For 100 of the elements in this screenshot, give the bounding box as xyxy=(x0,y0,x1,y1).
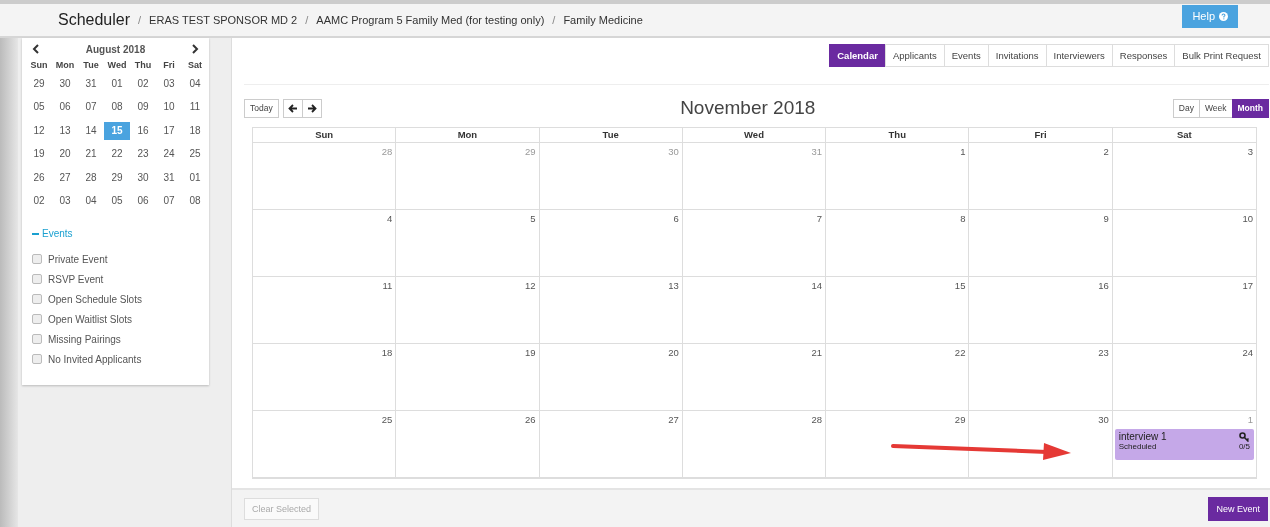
view-button[interactable]: Day xyxy=(1172,98,1200,118)
date-cell[interactable]: 02 xyxy=(130,75,156,93)
date-cell[interactable]: 04 xyxy=(182,75,208,93)
date-cell[interactable]: 17 xyxy=(156,121,182,140)
date-cell[interactable]: 19 xyxy=(26,145,52,164)
previous-button[interactable] xyxy=(282,98,303,118)
day-number: 13 xyxy=(668,280,679,291)
date-cell[interactable]: 05 xyxy=(26,98,52,117)
day-number: 27 xyxy=(668,414,679,425)
weekday-label: Fri xyxy=(162,59,176,72)
day-number: 14 xyxy=(811,280,823,291)
date-cell[interactable]: 23 xyxy=(130,145,156,164)
day-number: 29 xyxy=(525,146,536,157)
event-title: interview 1 xyxy=(1118,431,1167,442)
day-number: 11 xyxy=(382,280,393,291)
day-number: 1 xyxy=(1247,414,1253,425)
nav-tab[interactable]: Calendar xyxy=(829,44,886,67)
date-cell[interactable]: 30 xyxy=(130,168,156,187)
view-button[interactable]: Month xyxy=(1231,98,1269,118)
date-cell[interactable]: 29 xyxy=(26,75,52,93)
checkbox[interactable] xyxy=(32,254,42,265)
date-cell[interactable]: 01 xyxy=(182,168,208,187)
date-cell[interactable]: 27 xyxy=(52,168,78,187)
nav-tab[interactable]: Applicants xyxy=(884,44,945,67)
nav-tab[interactable]: Invitations xyxy=(987,44,1047,67)
view-button[interactable]: Week xyxy=(1198,98,1233,118)
date-cell[interactable]: 13 xyxy=(52,121,78,140)
date-cell[interactable]: 07 xyxy=(156,191,182,210)
app-title: Scheduler xyxy=(58,11,131,29)
previous-month-icon[interactable] xyxy=(32,44,40,54)
date-cell[interactable]: 25 xyxy=(182,145,208,164)
date-cell[interactable]: 14 xyxy=(78,121,104,140)
date-cell[interactable]: 12 xyxy=(26,121,52,140)
date-cell[interactable]: 08 xyxy=(182,191,208,210)
next-button[interactable] xyxy=(301,98,322,118)
day-number: 19 xyxy=(525,347,536,358)
next-month-icon[interactable] xyxy=(191,44,199,54)
event-card[interactable]: interview 1 Scheduled 0/5 xyxy=(1114,429,1254,460)
new-event-button[interactable]: New Event xyxy=(1208,496,1268,521)
date-cell[interactable]: 31 xyxy=(78,75,104,93)
day-number: 26 xyxy=(525,414,536,425)
day-number: 6 xyxy=(673,213,679,224)
date-cell[interactable]: 06 xyxy=(52,98,78,117)
date-cell[interactable]: 06 xyxy=(130,191,156,210)
day-number: 17 xyxy=(1242,280,1253,291)
date-cell[interactable]: 07 xyxy=(78,98,104,117)
weekday-label: Sun xyxy=(29,59,49,72)
day-number: 31 xyxy=(811,146,823,157)
breadcrumb-link[interactable]: ERAS TEST SPONSOR MD 2 xyxy=(149,14,298,26)
checkbox[interactable] xyxy=(32,294,42,305)
minus-icon xyxy=(32,232,39,235)
date-cell[interactable]: 22 xyxy=(104,145,130,164)
date-cell[interactable]: 29 xyxy=(104,168,130,187)
date-cell[interactable]: 04 xyxy=(78,191,104,210)
day-number: 20 xyxy=(668,347,679,358)
date-cell[interactable]: 16 xyxy=(130,121,156,140)
date-cell[interactable]: 09 xyxy=(130,98,156,117)
checkbox[interactable] xyxy=(32,354,42,365)
date-cell[interactable]: 01 xyxy=(104,75,130,93)
day-number: 30 xyxy=(668,146,679,157)
date-cell[interactable]: 18 xyxy=(182,121,208,140)
date-cell[interactable]: 21 xyxy=(78,145,104,164)
date-cell[interactable]: 03 xyxy=(156,75,182,93)
day-number: 25 xyxy=(381,414,393,425)
date-cell[interactable]: 31 xyxy=(156,168,182,187)
day-number: 9 xyxy=(1103,213,1109,224)
date-cell[interactable]: 28 xyxy=(78,168,104,187)
date-cell[interactable]: 24 xyxy=(156,145,182,164)
checkbox-label: No Invited Applicants xyxy=(48,353,142,365)
nav-tab[interactable]: Interviewers xyxy=(1045,44,1113,67)
date-cell[interactable]: 26 xyxy=(26,168,52,187)
weekday-header: Thu xyxy=(826,128,970,143)
date-cell[interactable]: 02 xyxy=(26,191,52,210)
day-number: 21 xyxy=(811,347,823,358)
key-icon xyxy=(1239,431,1250,442)
nav-tab[interactable]: Responses xyxy=(1111,44,1176,67)
checkbox[interactable] xyxy=(32,314,42,325)
date-cell[interactable]: 10 xyxy=(156,98,182,117)
date-cell[interactable]: 20 xyxy=(52,145,78,164)
checkbox[interactable] xyxy=(32,274,42,285)
day-number: 24 xyxy=(1242,347,1253,358)
date-cell[interactable]: 05 xyxy=(104,191,130,210)
day-number: 3 xyxy=(1247,146,1253,157)
event-status: Scheduled xyxy=(1118,442,1157,451)
weekday-label: Tue xyxy=(82,59,100,72)
date-cell[interactable]: 08 xyxy=(104,98,130,117)
date-cell[interactable]: 11 xyxy=(182,98,208,117)
day-number: 5 xyxy=(530,213,536,224)
date-cell[interactable]: 03 xyxy=(52,191,78,210)
date-cell[interactable]: 30 xyxy=(52,75,78,93)
day-number: 30 xyxy=(1098,414,1109,425)
breadcrumb-link[interactable]: Family Medicine xyxy=(563,14,643,26)
weekday-label: Thu xyxy=(133,59,153,72)
checkbox[interactable] xyxy=(32,334,42,345)
today-button[interactable]: Today xyxy=(244,98,279,118)
nav-tab[interactable]: Events xyxy=(943,44,989,67)
day-number: 2 xyxy=(1103,146,1109,157)
weekday-label: Wed xyxy=(106,59,128,72)
nav-tab[interactable]: Bulk Print Request xyxy=(1174,44,1269,67)
breadcrumb-link[interactable]: AAMC Program 5 Family Med (for testing only) xyxy=(316,14,545,26)
